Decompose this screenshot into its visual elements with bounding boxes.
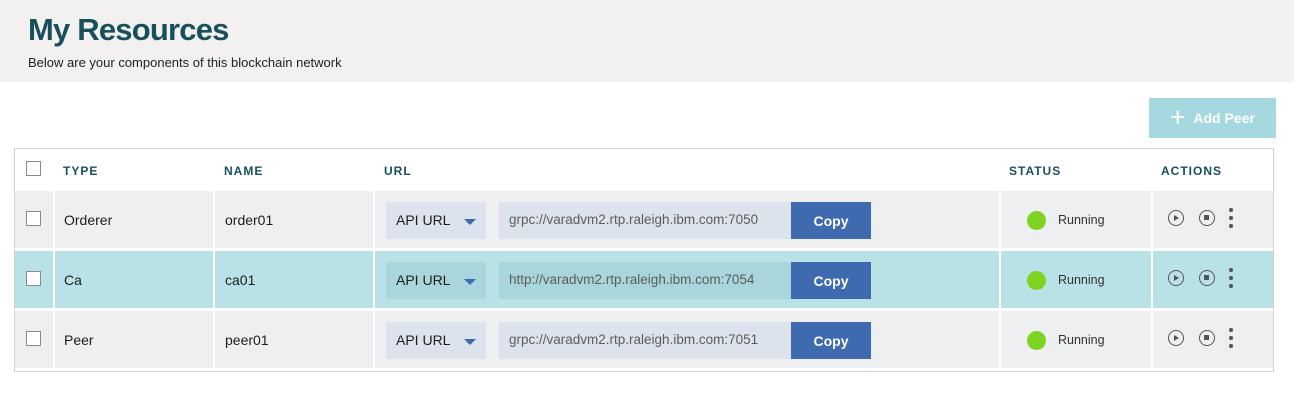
column-header-url: URL (384, 164, 412, 178)
status-text: Running (1058, 333, 1105, 347)
stop-icon[interactable] (1199, 330, 1215, 346)
url-type-value: API URL (396, 332, 451, 348)
more-options-icon[interactable] (1228, 328, 1234, 348)
row-type: Peer (64, 332, 94, 348)
url-type-value: API URL (396, 272, 451, 288)
status-text: Running (1058, 213, 1105, 227)
url-field[interactable]: grpc://varadvm2.rtp.raleigh.ibm.com:7051 (499, 322, 791, 359)
page-subtitle: Below are your components of this blockc… (28, 55, 342, 70)
table-header-row: TYPE NAME URL STATUS ACTIONS (15, 149, 1273, 191)
row-name: ca01 (225, 272, 256, 288)
url-type-value: API URL (396, 212, 451, 228)
chevron-down-icon (464, 219, 476, 225)
stop-icon[interactable] (1199, 270, 1215, 286)
status-running-icon (1027, 331, 1046, 350)
row-type: Ca (64, 272, 82, 288)
status-running-icon (1027, 211, 1046, 230)
column-header-status: STATUS (1009, 164, 1062, 178)
url-type-select[interactable]: API URL (386, 202, 486, 239)
copy-button[interactable]: Copy (791, 322, 871, 359)
stop-icon[interactable] (1199, 210, 1215, 226)
table-row: Peer peer01 API URL grpc://varadvm2.rtp.… (15, 311, 1273, 368)
start-icon[interactable] (1168, 330, 1184, 346)
start-icon[interactable] (1168, 210, 1184, 226)
column-header-actions: ACTIONS (1161, 164, 1222, 178)
row-type: Orderer (64, 212, 113, 228)
row-name: order01 (225, 212, 274, 228)
column-header-name: NAME (224, 164, 264, 178)
row-checkbox[interactable] (26, 271, 41, 286)
url-value: grpc://varadvm2.rtp.raleigh.ibm.com:7050 (509, 212, 759, 227)
url-value: grpc://varadvm2.rtp.raleigh.ibm.com:7051 (509, 332, 759, 347)
select-all-checkbox[interactable] (26, 161, 41, 176)
add-peer-button[interactable]: + Add Peer (1149, 98, 1276, 138)
copy-button[interactable]: Copy (791, 202, 871, 239)
more-options-icon[interactable] (1228, 268, 1234, 288)
status-text: Running (1058, 273, 1105, 287)
row-checkbox[interactable] (26, 331, 41, 346)
add-peer-label: Add Peer (1193, 110, 1255, 126)
chevron-down-icon (464, 279, 476, 285)
status-running-icon (1027, 271, 1046, 290)
url-value: http://varadvm2.rtp.raleigh.ibm.com:7054 (509, 272, 755, 287)
copy-button[interactable]: Copy (791, 262, 871, 299)
row-name: peer01 (225, 332, 269, 348)
plus-icon: + (1170, 101, 1186, 132)
table-row: Orderer order01 API URL grpc://varadvm2.… (15, 191, 1273, 248)
resources-table: TYPE NAME URL STATUS ACTIONS Orderer ord… (14, 148, 1274, 372)
table-row: Ca ca01 API URL http://varadvm2.rtp.rale… (15, 251, 1273, 308)
column-header-type: TYPE (63, 164, 99, 178)
start-icon[interactable] (1168, 270, 1184, 286)
url-type-select[interactable]: API URL (386, 262, 486, 299)
url-type-select[interactable]: API URL (386, 322, 486, 359)
page-header: My Resources Below are your components o… (0, 0, 1294, 82)
page-title: My Resources (28, 12, 229, 47)
row-checkbox[interactable] (26, 211, 41, 226)
more-options-icon[interactable] (1228, 208, 1234, 228)
url-field[interactable]: grpc://varadvm2.rtp.raleigh.ibm.com:7050 (499, 202, 791, 239)
url-field[interactable]: http://varadvm2.rtp.raleigh.ibm.com:7054 (499, 262, 791, 299)
chevron-down-icon (464, 339, 476, 345)
